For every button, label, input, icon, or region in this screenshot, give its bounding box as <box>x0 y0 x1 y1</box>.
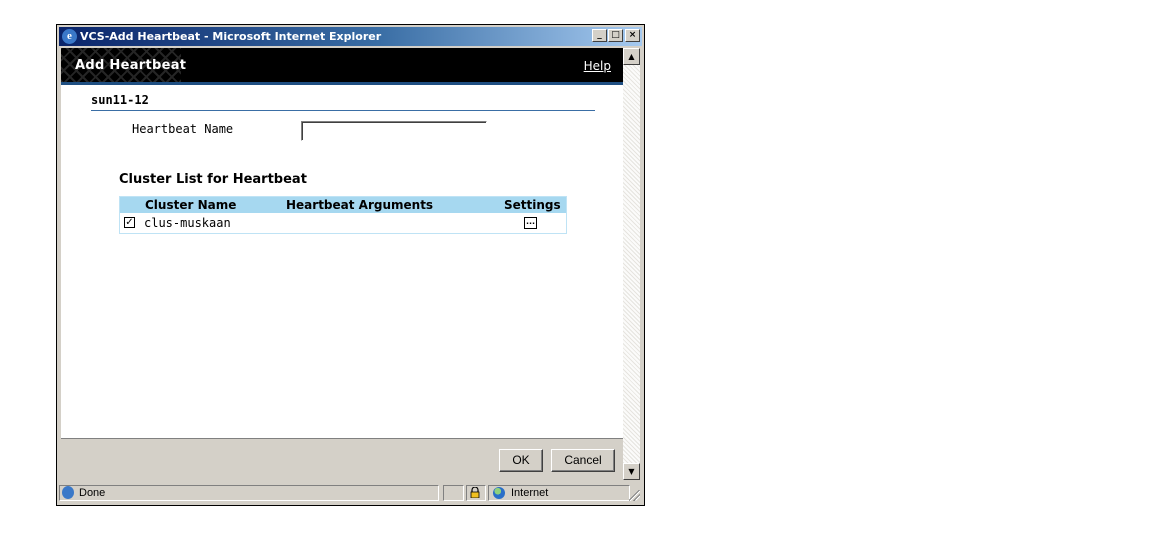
lock-icon <box>470 487 480 498</box>
page-banner: Add Heartbeat Help <box>61 48 623 85</box>
resize-grip-icon[interactable] <box>629 490 640 501</box>
maximize-button[interactable]: □ <box>608 29 623 42</box>
cluster-list-heading: Cluster List for Heartbeat <box>119 172 307 187</box>
status-panel <box>59 485 439 501</box>
page-title: Add Heartbeat <box>75 58 187 73</box>
heartbeat-name-label: Heartbeat Name <box>132 122 234 136</box>
column-header-cluster-name: Cluster Name <box>145 198 237 212</box>
minimize-button[interactable]: _ <box>592 29 607 42</box>
title-bar[interactable]: e VCS-Add Heartbeat - Microsoft Internet… <box>59 27 642 46</box>
column-header-heartbeat-arguments: Heartbeat Arguments <box>286 198 434 212</box>
page-icon <box>62 486 74 499</box>
scroll-down-arrow-icon[interactable]: ▼ <box>623 463 640 480</box>
dialog-footer: OK Cancel <box>61 438 623 480</box>
cluster-name-cell: clus-muskaan <box>144 216 231 230</box>
status-panel-empty <box>443 485 464 501</box>
cluster-table-header: Cluster Name Heartbeat Arguments Setting… <box>120 197 566 213</box>
security-zone-text: Internet <box>511 487 549 499</box>
internet-zone-globe-icon <box>493 487 505 499</box>
settings-button[interactable]: ... <box>524 217 537 229</box>
page-content: Add Heartbeat Help sun11-12 Heartbeat Na… <box>61 48 623 480</box>
table-row: ✓ clus-muskaan ... <box>120 213 566 233</box>
scroll-up-arrow-icon[interactable]: ▲ <box>623 48 640 65</box>
heartbeat-name-input[interactable] <box>301 121 487 141</box>
close-button[interactable]: × <box>625 29 640 42</box>
status-text: Done <box>79 487 106 499</box>
status-panel-zone <box>488 485 630 501</box>
status-bar: Done Internet <box>59 483 642 503</box>
browser-window: e VCS-Add Heartbeat - Microsoft Internet… <box>56 24 645 506</box>
window-title: VCS-Add Heartbeat - Microsoft Internet E… <box>80 30 382 43</box>
host-name: sun11-12 <box>91 93 595 111</box>
cluster-checkbox[interactable]: ✓ <box>124 217 135 228</box>
ok-button[interactable]: OK <box>499 449 543 472</box>
vertical-scrollbar[interactable]: ▲ ▼ <box>623 48 640 480</box>
help-link[interactable]: Help <box>584 59 611 73</box>
cluster-table: Cluster Name Heartbeat Arguments Setting… <box>119 196 567 234</box>
internet-explorer-icon: e <box>62 29 77 44</box>
column-header-settings: Settings <box>504 198 561 212</box>
cancel-button[interactable]: Cancel <box>551 449 615 472</box>
